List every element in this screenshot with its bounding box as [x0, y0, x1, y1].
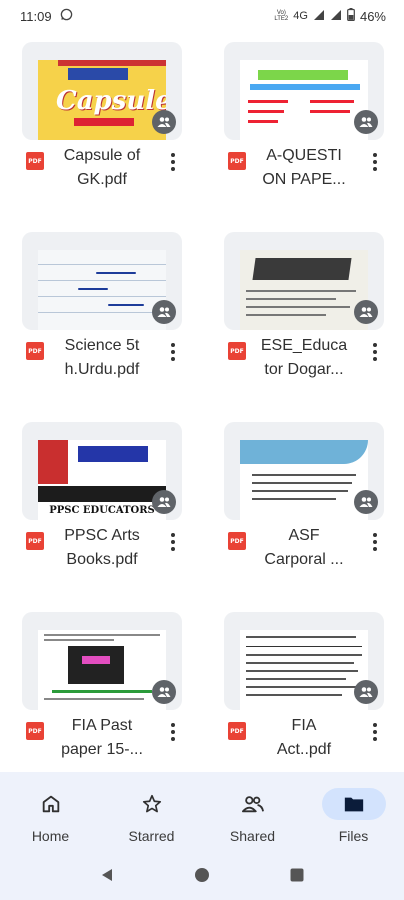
file-name[interactable]: FIA Act..pdf [254, 714, 354, 762]
file-name[interactable]: ASF Carporal ... [254, 524, 354, 572]
file-info: PDF FIA Act..pdf [224, 714, 384, 762]
file-name[interactable]: Science 5t h.Urdu.pdf [52, 334, 152, 382]
pdf-icon: PDF [228, 152, 246, 170]
file-thumbnail[interactable] [224, 42, 384, 140]
shared-people-icon [354, 110, 378, 134]
pdf-preview: Capsule [38, 60, 166, 140]
file-info: PDF ASF Carporal ... [224, 524, 384, 572]
pdf-preview [240, 630, 368, 710]
signal-icon [313, 9, 325, 24]
file-card[interactable]: PDF ESE_Educa tor Dogar... [224, 232, 384, 382]
more-options-icon[interactable] [366, 720, 384, 744]
pdf-icon: PDF [26, 342, 44, 360]
more-options-icon[interactable] [164, 720, 182, 744]
more-options-icon[interactable] [366, 530, 384, 554]
file-info: PDF PPSC Arts Books.pdf [22, 524, 182, 572]
file-info: PDF ESE_Educa tor Dogar... [224, 334, 384, 382]
clock: 11:09 [20, 8, 52, 24]
file-card[interactable]: PPSC EDUCATORS PDF PPSC Arts Books.pdf [22, 422, 182, 572]
nav-shared[interactable]: Shared [202, 772, 303, 854]
shared-people-icon [354, 300, 378, 324]
battery-icon [347, 8, 355, 24]
system-nav-bar [0, 854, 404, 900]
file-thumbnail[interactable] [224, 612, 384, 710]
shared-people-icon [354, 490, 378, 514]
more-options-icon[interactable] [164, 150, 182, 174]
file-card[interactable]: Capsule PDF Capsule of GK.pdf [22, 42, 182, 192]
pdf-preview: PPSC EDUCATORS [38, 440, 166, 520]
pdf-icon: PDF [228, 722, 246, 740]
file-name[interactable]: A-QUESTI ON PAPE... [254, 144, 354, 192]
star-icon [120, 788, 184, 820]
file-name[interactable]: ESE_Educa tor Dogar... [254, 334, 354, 382]
nav-files[interactable]: Files [303, 772, 404, 854]
file-card[interactable]: PDF FIA Past paper 15-... [22, 612, 182, 762]
volte-indicator: Vo) LTE2 [274, 10, 289, 22]
more-options-icon[interactable] [164, 530, 182, 554]
more-options-icon[interactable] [366, 150, 384, 174]
signal-icon-2 [330, 9, 342, 24]
file-name[interactable]: PPSC Arts Books.pdf [52, 524, 152, 572]
pdf-icon: PDF [26, 152, 44, 170]
nav-starred[interactable]: Starred [101, 772, 202, 854]
file-name[interactable]: Capsule of GK.pdf [52, 144, 152, 192]
file-thumbnail[interactable] [224, 422, 384, 520]
file-info: PDF Capsule of GK.pdf [22, 144, 182, 192]
pdf-preview [240, 440, 368, 520]
battery-percent: 46% [359, 8, 386, 24]
nav-label: Starred [128, 828, 175, 844]
pdf-preview [240, 250, 368, 330]
nav-label: Shared [229, 828, 276, 844]
whatsapp-icon [60, 8, 73, 24]
shared-people-icon [152, 300, 176, 324]
file-info: PDF A-QUESTI ON PAPE... [224, 144, 384, 192]
file-name[interactable]: FIA Past paper 15-... [52, 714, 152, 762]
shared-people-icon [354, 680, 378, 704]
pdf-preview [38, 630, 166, 710]
file-info: PDF Science 5t h.Urdu.pdf [22, 334, 182, 382]
status-bar: 11:09 Vo) LTE2 4G 46% [0, 0, 404, 32]
shared-people-icon [152, 490, 176, 514]
more-options-icon[interactable] [366, 340, 384, 364]
network-type: 4G [293, 10, 308, 22]
more-options-icon[interactable] [164, 340, 182, 364]
shared-people-icon [152, 680, 176, 704]
file-card[interactable]: PDF FIA Act..pdf [224, 612, 384, 762]
file-card[interactable]: PDF Science 5t h.Urdu.pdf [22, 232, 182, 382]
file-thumbnail[interactable] [224, 232, 384, 330]
file-thumbnail[interactable] [22, 232, 182, 330]
file-card[interactable]: PDF ASF Carporal ... [224, 422, 384, 572]
nav-label: Files [338, 828, 369, 844]
shared-people-icon [152, 110, 176, 134]
file-thumbnail[interactable]: PPSC EDUCATORS [22, 422, 182, 520]
pdf-icon: PDF [26, 532, 44, 550]
pdf-icon: PDF [228, 342, 246, 360]
folder-icon [321, 788, 386, 820]
recents-icon[interactable] [289, 867, 305, 888]
file-info: PDF FIA Past paper 15-... [22, 714, 182, 762]
pdf-preview [240, 60, 368, 140]
file-card[interactable]: PDF A-QUESTI ON PAPE... [224, 42, 384, 192]
nav-home[interactable]: Home [0, 772, 101, 854]
preview-title: PPSC EDUCATORS [49, 505, 155, 516]
nav-label: Home [31, 828, 70, 844]
file-thumbnail[interactable] [22, 612, 182, 710]
pdf-icon: PDF [26, 722, 44, 740]
back-icon[interactable] [99, 867, 115, 888]
people-icon [221, 788, 285, 820]
file-thumbnail[interactable]: Capsule [22, 42, 182, 140]
pdf-preview [38, 250, 166, 330]
pdf-icon: PDF [228, 532, 246, 550]
home-icon [19, 788, 83, 820]
home-circle-icon[interactable] [194, 867, 210, 888]
preview-title: Capsule [56, 86, 166, 116]
bottom-navigation: Home Starred Shared Files [0, 772, 404, 854]
